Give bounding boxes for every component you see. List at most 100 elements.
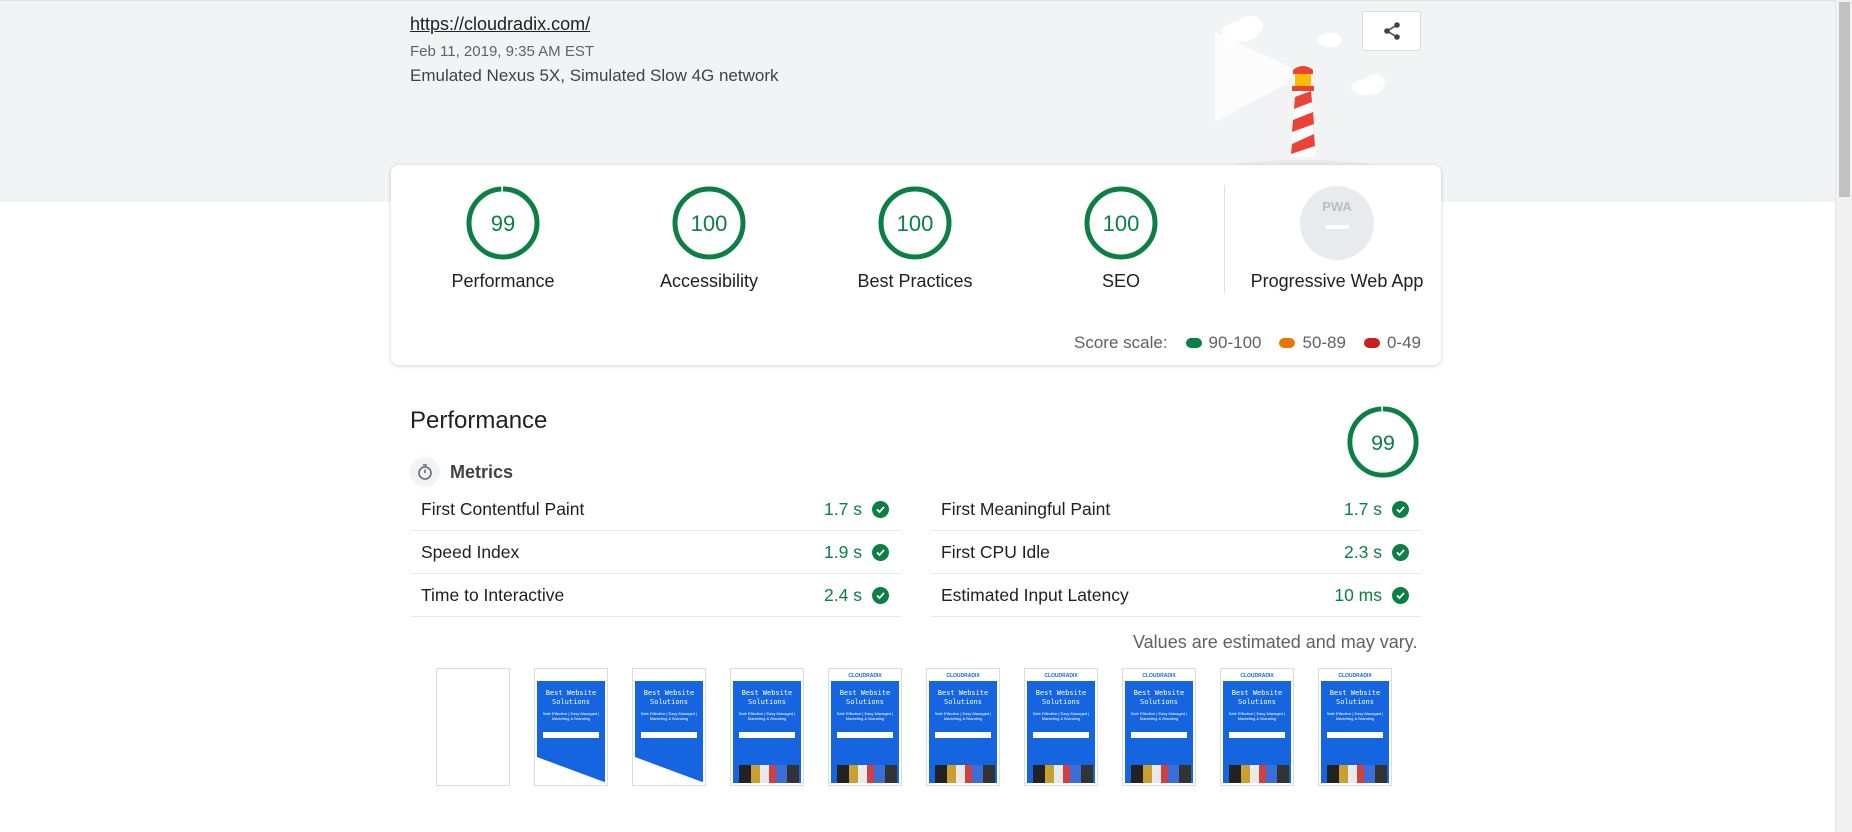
frame-title: Best Website Solutions <box>1329 689 1381 706</box>
metric-value: 1.9 s <box>824 541 862 562</box>
filmstrip-frame: CLOUDRADIX Best Website Solutions Safe Eff… <box>1220 668 1294 786</box>
filmstrip-frame: CLOUDRADIX Best Website Solutions Safe Eff… <box>926 668 1000 786</box>
gauge-accessibility[interactable]: 100 Accessibility <box>629 185 789 292</box>
frame-topbar: CLOUDRADIX <box>1223 671 1291 681</box>
vertical-scrollbar[interactable] <box>1835 0 1852 832</box>
frame-title: Best Website Solutions <box>1231 689 1283 706</box>
metric-speed-index: Speed Index 1.9 s <box>411 531 901 574</box>
frame-title: Best Website Solutions <box>545 689 597 706</box>
scrollbar-thumb[interactable] <box>1839 2 1850 197</box>
metric-name: First Contentful Paint <box>421 498 585 519</box>
gauge-best-practices[interactable]: 100 Best Practices <box>835 185 995 292</box>
score-ring: 100 <box>878 186 952 260</box>
filmstrip-frame: Best Website Solutions Safe Effective | E… <box>730 668 804 786</box>
page-top-border <box>0 0 1835 1</box>
filmstrip-frame: Best Website Solutions Safe Effective | E… <box>632 668 706 786</box>
frame-cta <box>1327 732 1383 738</box>
frame-cta <box>739 732 795 738</box>
filmstrip-frame: CLOUDRADIX Best Website Solutions Safe Eff… <box>1122 668 1196 786</box>
pass-check-icon <box>872 500 889 518</box>
stopwatch-icon <box>410 457 440 487</box>
frame-cta <box>1229 732 1285 738</box>
category-label: SEO <box>1101 271 1140 291</box>
metric-name: Speed Index <box>421 541 520 562</box>
frame-title: Best Website Solutions <box>643 689 695 706</box>
frame-subtitle: Safe Effective | Easy Managed | Marketin… <box>1228 711 1286 721</box>
category-label: Accessibility <box>659 271 759 291</box>
frame-subtitle: Safe Effective | Easy Managed | Marketin… <box>1130 711 1188 721</box>
filmstrip-frame: CLOUDRADIX Best Website Solutions Safe Eff… <box>1318 668 1392 786</box>
metric-estimated-input-latency: Estimated Input Latency 10 ms <box>931 574 1421 617</box>
score-value: 99 <box>1371 431 1395 455</box>
score-ring: 100 <box>672 186 746 260</box>
frame-logo: CLOUDRADIX <box>1240 673 1274 679</box>
score-scale-label: Score scale: <box>1074 333 1168 352</box>
frame-logo: CLOUDRADIX <box>848 673 882 679</box>
metric-first-contentful-paint: First Contentful Paint 1.7 s <box>411 488 901 531</box>
filmstrip-frame: CLOUDRADIX Best Website Solutions Safe Eff… <box>828 668 902 786</box>
category-label: Best Practices <box>857 271 973 291</box>
frame-cta <box>935 732 991 738</box>
frame-subtitle: Safe Effective | Easy Managed | Marketin… <box>738 711 796 721</box>
frame-topbar <box>635 671 703 681</box>
average-dot-icon <box>1279 338 1296 348</box>
metric-first-cpu-idle: First CPU Idle 2.3 s <box>931 531 1421 574</box>
report-url-link[interactable]: https://cloudradix.com/ <box>410 14 590 35</box>
scale-fail-label: 0-49 <box>1386 333 1421 352</box>
frame-logo: CLOUDRADIX <box>1142 673 1176 679</box>
metric-first-meaningful-paint: First Meaningful Paint 1.7 s <box>931 488 1421 531</box>
pass-check-icon <box>1392 500 1409 518</box>
gauge-pwa[interactable]: PWA Progressive Web App <box>1247 185 1427 292</box>
frame-topbar <box>733 671 801 681</box>
metrics-column-left: First Contentful Paint 1.7 s Speed Index… <box>411 488 901 617</box>
metric-value: 2.4 s <box>824 584 862 605</box>
metric-time-to-interactive: Time to Interactive 2.4 s <box>411 574 901 617</box>
score-ring: 99 <box>1347 406 1419 478</box>
frame-logo: CLOUDRADIX <box>946 673 980 679</box>
share-button[interactable] <box>1362 11 1421 51</box>
pwa-divider <box>1224 185 1225 293</box>
frame-subtitle: Safe Effective | Easy Managed | Marketin… <box>934 711 992 721</box>
filmstrip-frame: CLOUDRADIX Best Website Solutions Safe Eff… <box>1024 668 1098 786</box>
frame-topbar: CLOUDRADIX <box>1125 671 1193 681</box>
metric-name: First Meaningful Paint <box>941 498 1111 519</box>
category-label: Performance <box>451 271 555 291</box>
performance-section-title: Performance <box>410 407 548 434</box>
pwa-badge-icon: PWA <box>1300 186 1374 260</box>
pwa-badge-text: PWA <box>1322 199 1352 214</box>
fail-dot-icon <box>1363 338 1380 348</box>
pass-check-icon <box>872 543 889 561</box>
frame-title: Best Website Solutions <box>1035 689 1087 706</box>
score-value: 100 <box>691 211 728 236</box>
metric-name: Estimated Input Latency <box>941 584 1129 605</box>
frame-title: Best Website Solutions <box>839 689 891 706</box>
score-ring: 99 <box>466 186 540 260</box>
frame-subtitle: Safe Effective | Easy Managed | Marketin… <box>640 711 698 721</box>
metric-name: Time to Interactive <box>421 584 565 605</box>
frame-topbar: CLOUDRADIX <box>929 671 997 681</box>
gauge-performance[interactable]: 99 Performance <box>423 185 583 292</box>
score-value: 99 <box>491 211 515 236</box>
gauge-seo[interactable]: 100 SEO <box>1041 185 1201 292</box>
frame-cta <box>1131 732 1187 738</box>
frame-cta <box>641 732 697 738</box>
frame-cta <box>837 732 893 738</box>
score-value: 100 <box>1103 211 1140 236</box>
filmstrip-frame: Best Website Solutions Safe Effective | E… <box>534 668 608 786</box>
frame-title: Best Website Solutions <box>1133 689 1185 706</box>
frame-subtitle: Safe Effective | Easy Managed | Marketin… <box>836 711 894 721</box>
frame-images <box>1229 765 1289 783</box>
metrics-column-right: First Meaningful Paint 1.7 s First CPU I… <box>931 488 1421 617</box>
metric-value: 1.7 s <box>1344 498 1382 519</box>
frame-images <box>1131 765 1191 783</box>
frame-title: Best Website Solutions <box>741 689 793 706</box>
frame-subtitle: Safe Effective | Easy Managed | Marketin… <box>542 711 600 721</box>
frame-subtitle: Safe Effective | Easy Managed | Marketin… <box>1032 711 1090 721</box>
score-value: 100 <box>897 211 934 236</box>
score-ring: 100 <box>1084 186 1158 260</box>
metric-value: 2.3 s <box>1344 541 1382 562</box>
pass-check-icon <box>1392 586 1409 604</box>
pass-check-icon <box>1392 543 1409 561</box>
frame-topbar: CLOUDRADIX <box>1321 671 1389 681</box>
metric-name: First CPU Idle <box>941 541 1050 562</box>
